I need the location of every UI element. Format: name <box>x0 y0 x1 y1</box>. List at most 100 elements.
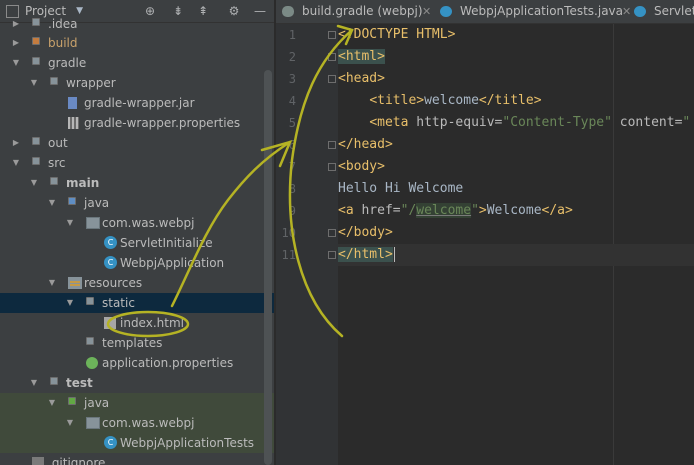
chevron-down-icon[interactable]: ▼ <box>46 393 58 413</box>
tree-item-label: .gitignore <box>48 456 106 465</box>
tree-item-out[interactable]: ▶ out <box>0 133 274 153</box>
class-icon: C <box>104 236 117 249</box>
close-icon[interactable]: ✕ <box>622 0 631 23</box>
tree-item-templates[interactable]: templates <box>0 333 274 353</box>
line-number: 9 <box>288 204 296 218</box>
tree-item-label: index.html <box>120 316 184 330</box>
test-source-folder-icon <box>68 397 76 405</box>
code-line-3[interactable]: <head> <box>338 68 385 90</box>
code-line-5[interactable]: <meta http-equiv="Content-Type" content=… <box>338 112 690 134</box>
folder-icon <box>86 337 94 345</box>
tree-item-webpj-application-tests[interactable]: C WebpjApplicationTests <box>0 433 274 453</box>
line-number: 2 <box>288 50 296 64</box>
fold-marker-icon[interactable] <box>328 229 336 237</box>
code-token: http-equiv= <box>416 115 503 130</box>
code-token: <title> <box>369 93 425 108</box>
line-number: 3 <box>288 72 296 86</box>
chevron-down-icon[interactable]: ▼ <box>46 273 58 293</box>
close-icon[interactable]: ✕ <box>422 0 431 23</box>
fold-marker-icon[interactable] <box>328 251 336 259</box>
chevron-down-icon[interactable]: ▼ <box>10 153 22 173</box>
tree-item-label: static <box>102 296 135 310</box>
tree-item-static[interactable]: ▼ static <box>0 293 274 313</box>
tree-item-label: java <box>84 196 110 210</box>
code-token: <body> <box>338 159 385 174</box>
tree-item-label: test <box>66 376 93 390</box>
tree-item-package[interactable]: ▼ com.was.webpj <box>0 213 274 233</box>
test-class-icon: C <box>104 436 117 449</box>
chevron-down-icon[interactable]: ▼ <box>28 373 40 393</box>
fold-marker-icon[interactable] <box>328 75 336 83</box>
tree-item-wrapper[interactable]: ▼ wrapper <box>0 73 274 93</box>
folder-icon <box>50 377 58 385</box>
folder-icon <box>32 18 40 26</box>
chevron-down-icon[interactable]: ▼ <box>10 53 22 73</box>
folder-icon <box>32 37 40 45</box>
file-icon <box>32 457 44 465</box>
tree-item-test[interactable]: ▼ test <box>0 373 274 393</box>
code-line-7[interactable]: <body> <box>338 156 385 178</box>
fold-marker-icon[interactable] <box>328 141 336 149</box>
code-line-10[interactable]: </body> <box>338 222 393 244</box>
tree-item-label: com.was.webpj <box>102 416 195 430</box>
tree-item-label: out <box>48 136 68 150</box>
properties-file-icon <box>68 117 79 129</box>
fold-marker-icon[interactable] <box>328 31 336 39</box>
fold-marker-icon[interactable] <box>328 53 336 61</box>
code-token: </head> <box>338 137 393 152</box>
tree-item-main[interactable]: ▼ main <box>0 173 274 193</box>
tree-item-java[interactable]: ▼ java <box>0 193 274 213</box>
code-line-8[interactable]: Hello Hi Welcome <box>338 178 463 200</box>
code-token: <head> <box>338 71 385 86</box>
code-token: </body> <box>338 225 393 240</box>
tree-item-resources[interactable]: ▼ resources <box>0 273 274 293</box>
code-token: <!DOCTYPE HTML> <box>338 27 456 42</box>
code-line-11[interactable]: </html> <box>338 244 694 266</box>
code-token: </a> <box>541 203 573 218</box>
tree-item-label: wrapper <box>66 76 116 90</box>
fold-marker-icon[interactable] <box>328 163 336 171</box>
tree-item-label: build <box>48 36 78 50</box>
tree-item-label: gradle-wrapper.jar <box>84 96 195 110</box>
code-line-4[interactable]: <title>welcome</title> <box>338 90 541 112</box>
tree-item-gradle[interactable]: ▼ gradle <box>0 53 274 73</box>
chevron-down-icon[interactable]: ▼ <box>46 193 58 213</box>
tree-item-label: com.was.webpj <box>102 216 195 230</box>
tree-item-gitignore[interactable]: .gitignore <box>0 453 274 465</box>
code-line-1[interactable]: <!DOCTYPE HTML> <box>338 24 455 46</box>
chevron-right-icon[interactable]: ▶ <box>10 33 22 53</box>
tree-item-application-properties[interactable]: application.properties <box>0 353 274 373</box>
tree-item-servlet-initializer[interactable]: C ServletInitialize <box>0 233 274 253</box>
tree-item-gradle-wrapper-jar[interactable]: gradle-wrapper.jar <box>0 93 274 113</box>
chevron-down-icon[interactable]: ▼ <box>64 293 76 313</box>
line-number: 7 <box>288 160 296 174</box>
class-icon <box>634 6 646 17</box>
tree-item-index-html[interactable]: index.html <box>0 313 274 333</box>
chevron-down-icon[interactable]: ▼ <box>28 73 40 93</box>
chevron-down-icon[interactable]: ▼ <box>64 213 76 233</box>
chevron-down-icon[interactable]: ▼ <box>28 173 40 193</box>
chevron-right-icon[interactable]: ▶ <box>10 133 22 153</box>
line-number: 10 <box>281 226 296 240</box>
tree-item-label: application.properties <box>102 356 234 370</box>
tree-item-test-package[interactable]: ▼ com.was.webpj <box>0 413 274 433</box>
code-token: " <box>682 115 691 130</box>
chevron-down-icon[interactable]: ▼ <box>64 413 76 433</box>
tree-item-src[interactable]: ▼ src <box>0 153 274 173</box>
folder-icon <box>50 177 58 185</box>
tree-item-webpj-application[interactable]: C WebpjApplication <box>0 253 274 273</box>
tree-item-test-java[interactable]: ▼ java <box>0 393 274 413</box>
chevron-right-icon[interactable]: ▶ <box>10 14 22 34</box>
folder-icon <box>32 57 40 65</box>
code-line-2[interactable]: <html> <box>338 46 385 68</box>
tree-item-idea[interactable]: ▶ .idea <box>0 14 274 34</box>
code-token: welcome <box>424 93 479 108</box>
tree-item-gradle-wrapper-properties[interactable]: gradle-wrapper.properties <box>0 113 274 133</box>
code-line-6[interactable]: </head> <box>338 134 393 156</box>
tab-label: build.gradle (webpj) <box>302 4 423 18</box>
gradle-icon <box>282 6 294 17</box>
project-scrollbar[interactable] <box>264 70 272 465</box>
tree-item-build[interactable]: ▶ build <box>0 33 274 53</box>
code-line-9[interactable]: <a href="/welcome">Welcome</a> <box>338 200 573 222</box>
